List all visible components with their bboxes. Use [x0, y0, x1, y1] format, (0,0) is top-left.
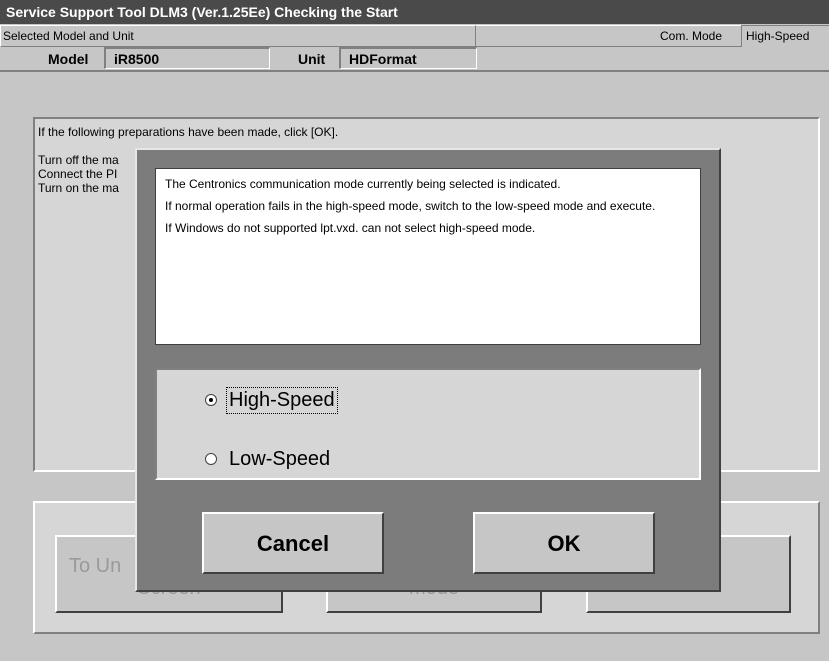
radio-unchecked-icon[interactable] — [205, 453, 217, 465]
radio-low-speed[interactable]: Low-Speed — [205, 446, 332, 472]
window-title: Service Support Tool DLM3 (Ver.1.25Ee) C… — [0, 0, 829, 24]
unit-value: HDFormat — [339, 47, 477, 69]
ok-button[interactable]: OK — [473, 512, 655, 574]
dialog-message-line: The Centronics communication mode curren… — [165, 177, 561, 191]
divider — [0, 70, 829, 72]
unit-label: Unit — [298, 51, 326, 67]
model-label: Model — [48, 51, 89, 67]
com-mode-value: High-Speed — [741, 25, 829, 47]
cancel-button[interactable]: Cancel — [202, 512, 384, 574]
dialog-message-line: If normal operation fails in the high-sp… — [165, 199, 656, 213]
dialog-message-box: The Centronics communication mode curren… — [155, 168, 701, 345]
radio-high-speed-label: High-Speed — [226, 386, 338, 414]
dialog-message-line: If Windows do not supported lpt.vxd. can… — [165, 221, 536, 235]
instruction-line: If the following preparations have been … — [38, 125, 339, 139]
radio-high-speed[interactable]: High-Speed — [205, 386, 338, 414]
selected-model-unit-label: Selected Model and Unit — [0, 25, 476, 47]
model-value: iR8500 — [104, 47, 270, 69]
radio-low-speed-label: Low-Speed — [229, 447, 331, 470]
com-mode-label: Com. Mode — [660, 29, 723, 43]
radio-checked-icon[interactable] — [205, 394, 217, 406]
